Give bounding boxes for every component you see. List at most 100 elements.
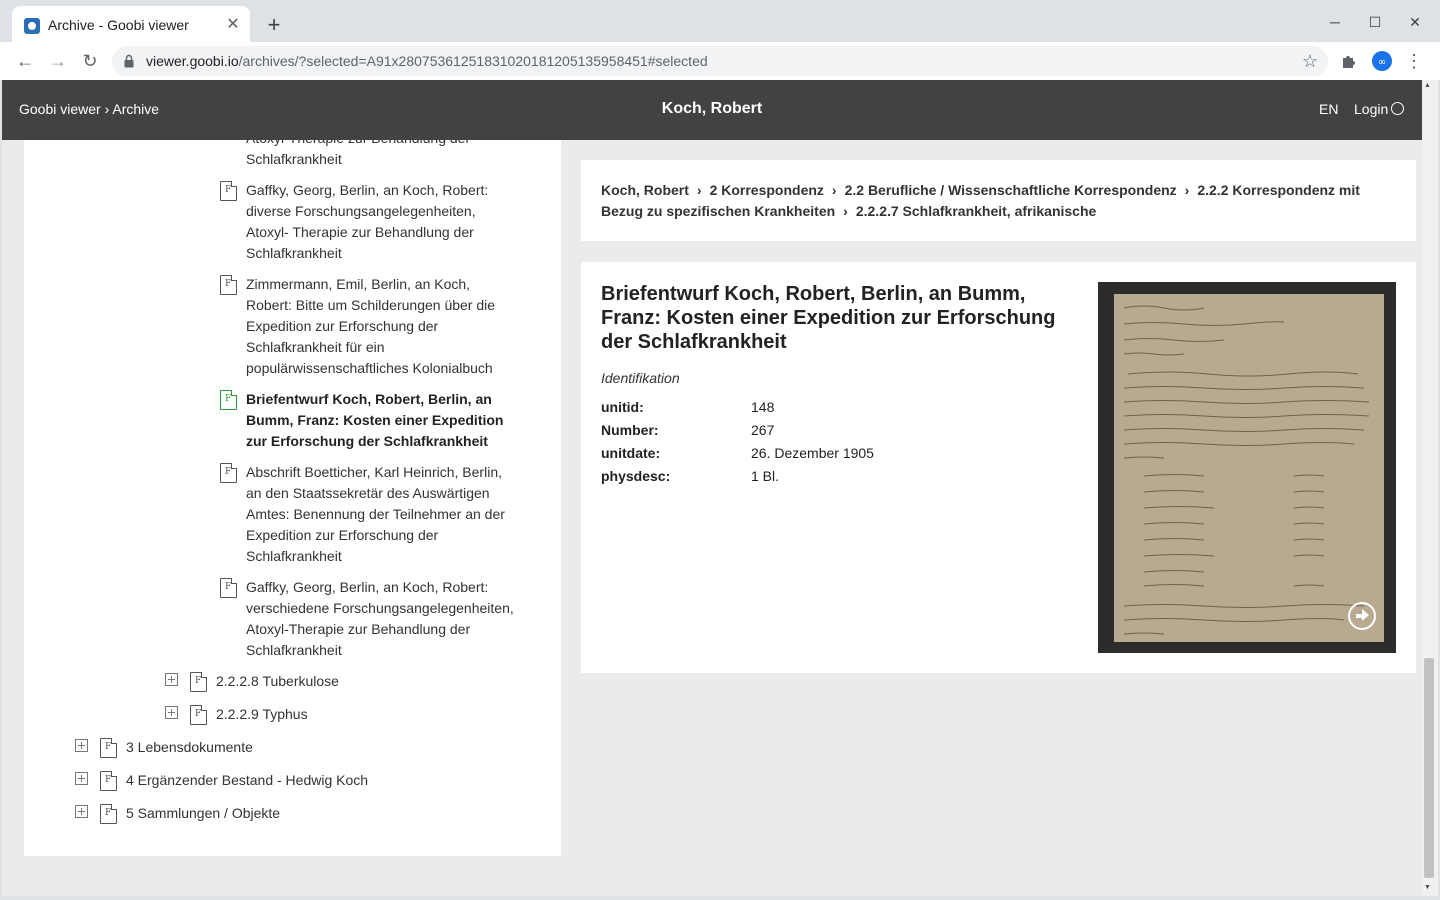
metadata-key: unitdate: [601, 445, 661, 461]
metadata-value: 267 [751, 422, 775, 438]
metadata-key: physdesc: [601, 468, 671, 484]
new-tab-button[interactable]: + [262, 14, 286, 38]
browser-toolbar: ← → ↻ viewer.goobi.io/archives/?selected… [0, 42, 1440, 80]
goobi-favicon-icon [24, 18, 40, 34]
tree-node-typhus[interactable]: 2.2.2.9 Typhus [216, 704, 308, 725]
expand-plus-icon[interactable] [75, 805, 88, 818]
scroll-up-arrow-icon[interactable]: ▲ [1424, 82, 1431, 89]
language-switch[interactable]: EN [1319, 101, 1338, 117]
metadata-value: 1 Bl. [751, 468, 780, 484]
tree-item-line: diverse Forschungsangelegenheiten, [246, 203, 476, 219]
login-button[interactable]: Login [1354, 101, 1405, 117]
handwriting-scribbles [1123, 305, 1370, 635]
tree-item-line: an den Staatssekretär des Auswärtigen [246, 485, 490, 501]
breadcrumb-card: Koch, Robert › 2 Korrespondenz › 2.2 Berufli… [581, 160, 1416, 241]
url-host: viewer.goobi.io [146, 53, 239, 69]
expand-plus-icon[interactable] [165, 673, 178, 686]
breadcrumb-separator: › [1184, 182, 1190, 198]
login-label: Login [1354, 101, 1389, 117]
forward-arrow-icon[interactable]: → [45, 48, 71, 74]
address-bar[interactable]: viewer.goobi.io/archives/?selected=A91x2… [112, 46, 1328, 76]
document-icon [220, 463, 237, 483]
tree-item-document[interactable]: Gaffky, Georg, Berlin, an Koch, Robert: … [246, 577, 546, 661]
tree-item-line: verschiedene Forschungsangelegenheiten, [246, 600, 514, 616]
page-viewport: Goobi viewer › Archive Koch, Robert EN L… [2, 80, 1438, 896]
tree-node-lebensdokumente[interactable]: 3 Lebensdokumente [126, 737, 253, 758]
reload-icon[interactable]: ↻ [77, 48, 103, 74]
scroll-down-arrow-icon[interactable]: ▼ [1424, 884, 1431, 891]
breadcrumb: Koch, Robert › 2 Korrespondenz › 2.2 Berufli… [601, 180, 1401, 222]
tree-item-line: Amtes: Benennung der Teilnehmer an der [246, 506, 505, 522]
site-header: Goobi viewer › Archive Koch, Robert EN L… [2, 80, 1422, 140]
tree-item-line: Schlafkrankheit [246, 642, 342, 658]
tree-item-line: Schlafkrankheit [246, 245, 342, 261]
document-icon [100, 738, 117, 758]
metadata-value: 148 [751, 399, 775, 415]
breadcrumb-item[interactable]: 2 Korrespondenz [710, 182, 824, 198]
back-arrow-icon[interactable]: ← [12, 48, 38, 74]
tree-item-document[interactable]: Zimmermann, Emil, Berlin, an Koch, Rober… [246, 274, 536, 379]
expand-plus-icon[interactable] [165, 706, 178, 719]
document-thumbnail[interactable] [1098, 282, 1396, 653]
tree-item-line: Bumm, Franz: Kosten einer Expedition [246, 412, 504, 428]
section-heading: Identifikation [601, 370, 680, 386]
tree-item-line: Robert: Bitte um Schilderungen über die [246, 297, 496, 313]
tree-item-line: Schlafkrankheit für ein [246, 339, 385, 355]
user-circle-icon [1391, 102, 1405, 115]
breadcrumb-item[interactable]: Koch, Robert [601, 182, 689, 198]
tree-node-hedwig-koch[interactable]: 4 Ergänzender Bestand - Hedwig Koch [126, 770, 368, 791]
browser-tab[interactable]: Archive - Goobi viewer ✕ [12, 6, 250, 46]
tree-item-line: Atoxyl-Therapie zur Behandlung der [246, 621, 471, 637]
tree-item-line: Atoxyl- Therapie zur Behandlung der [246, 224, 474, 240]
record-title: Briefentwurf Koch, Robert, Berlin, an Bu… [601, 283, 1056, 353]
tree-item-line: Abschrift Boetticher, Karl Heinrich, Ber… [246, 464, 502, 480]
archive-tree: Atoxyl-Therapie zur Behandlung der Schla… [24, 140, 561, 856]
document-icon [220, 181, 237, 201]
url-text: viewer.goobi.io/archives/?selected=A91x2… [146, 53, 708, 69]
document-icon-active [220, 390, 237, 410]
tree-item-line: populärwissenschaftliches Kolonialbuch [246, 360, 493, 376]
browser-tabstrip: Archive - Goobi viewer ✕ + ─ ☐ ✕ [0, 0, 1440, 46]
document-icon [220, 578, 237, 598]
metadata-value: 26. Dezember 1905 [751, 445, 874, 461]
record-detail-card: Briefentwurf Koch, Robert, Berlin, an Bu… [581, 262, 1416, 673]
tree-item-line: Zimmermann, Emil, Berlin, an Koch, [246, 276, 471, 292]
tree-node-tuberkulose[interactable]: 2.2.2.8 Tuberkulose [216, 671, 339, 692]
document-icon [190, 705, 207, 725]
document-icon [100, 771, 117, 791]
breadcrumb-separator: › [843, 203, 848, 219]
maximize-icon[interactable]: ☐ [1363, 10, 1387, 34]
tree-item-line: Expedition zur Erforschung der [246, 527, 439, 543]
tree-item-line: Briefentwurf Koch, Robert, Berlin, an [246, 391, 492, 407]
breadcrumb-item[interactable]: 2.2.2.7 Schlafkrankheit, afrikanische [856, 203, 1096, 219]
svg-text:∞: ∞ [1378, 57, 1386, 68]
tree-node-sammlungen[interactable]: 5 Sammlungen / Objekte [126, 803, 280, 824]
open-viewer-arrow-icon[interactable] [1348, 602, 1376, 630]
browser-menu-icon[interactable]: ⋮ [1401, 48, 1427, 74]
minimize-icon[interactable]: ─ [1323, 10, 1347, 34]
breadcrumb-separator: › [696, 182, 702, 198]
breadcrumb-item[interactable]: 2.2 Berufliche / Wissenschaftliche Korre… [845, 182, 1177, 198]
tab-title: Archive - Goobi viewer [48, 17, 189, 33]
handwritten-letter-image [1114, 294, 1384, 642]
scrollbar-thumb[interactable] [1424, 658, 1434, 878]
metadata-key: unitid: [601, 399, 644, 415]
tab-close-icon[interactable]: ✕ [224, 16, 242, 34]
breadcrumb-separator: › [831, 182, 837, 198]
profile-avatar-icon[interactable]: ∞ [1371, 50, 1393, 72]
document-icon [100, 804, 117, 824]
page-title: Koch, Robert [661, 100, 763, 117]
lock-icon [124, 54, 134, 68]
window-close-icon[interactable]: ✕ [1403, 10, 1427, 34]
tree-item-document[interactable]: Gaffky, Georg, Berlin, an Koch, Robert: … [246, 180, 536, 264]
tree-item-line: Gaffky, Georg, Berlin, an Koch, Robert: [246, 182, 489, 198]
extensions-puzzle-icon[interactable] [1338, 50, 1360, 72]
expand-plus-icon[interactable] [75, 772, 88, 785]
bookmark-star-icon[interactable]: ☆ [1302, 51, 1318, 72]
tree-item-document-selected[interactable]: Briefentwurf Koch, Robert, Berlin, an Bu… [246, 389, 536, 452]
expand-plus-icon[interactable] [75, 739, 88, 752]
tree-item-partial[interactable]: Atoxyl-Therapie zur Behandlung der Schla… [246, 140, 536, 170]
tree-item-line: Schlafkrankheit [246, 151, 342, 167]
tree-item-document[interactable]: Abschrift Boetticher, Karl Heinrich, Ber… [246, 462, 546, 567]
tree-item-line: Gaffky, Georg, Berlin, an Koch, Robert: [246, 579, 489, 595]
